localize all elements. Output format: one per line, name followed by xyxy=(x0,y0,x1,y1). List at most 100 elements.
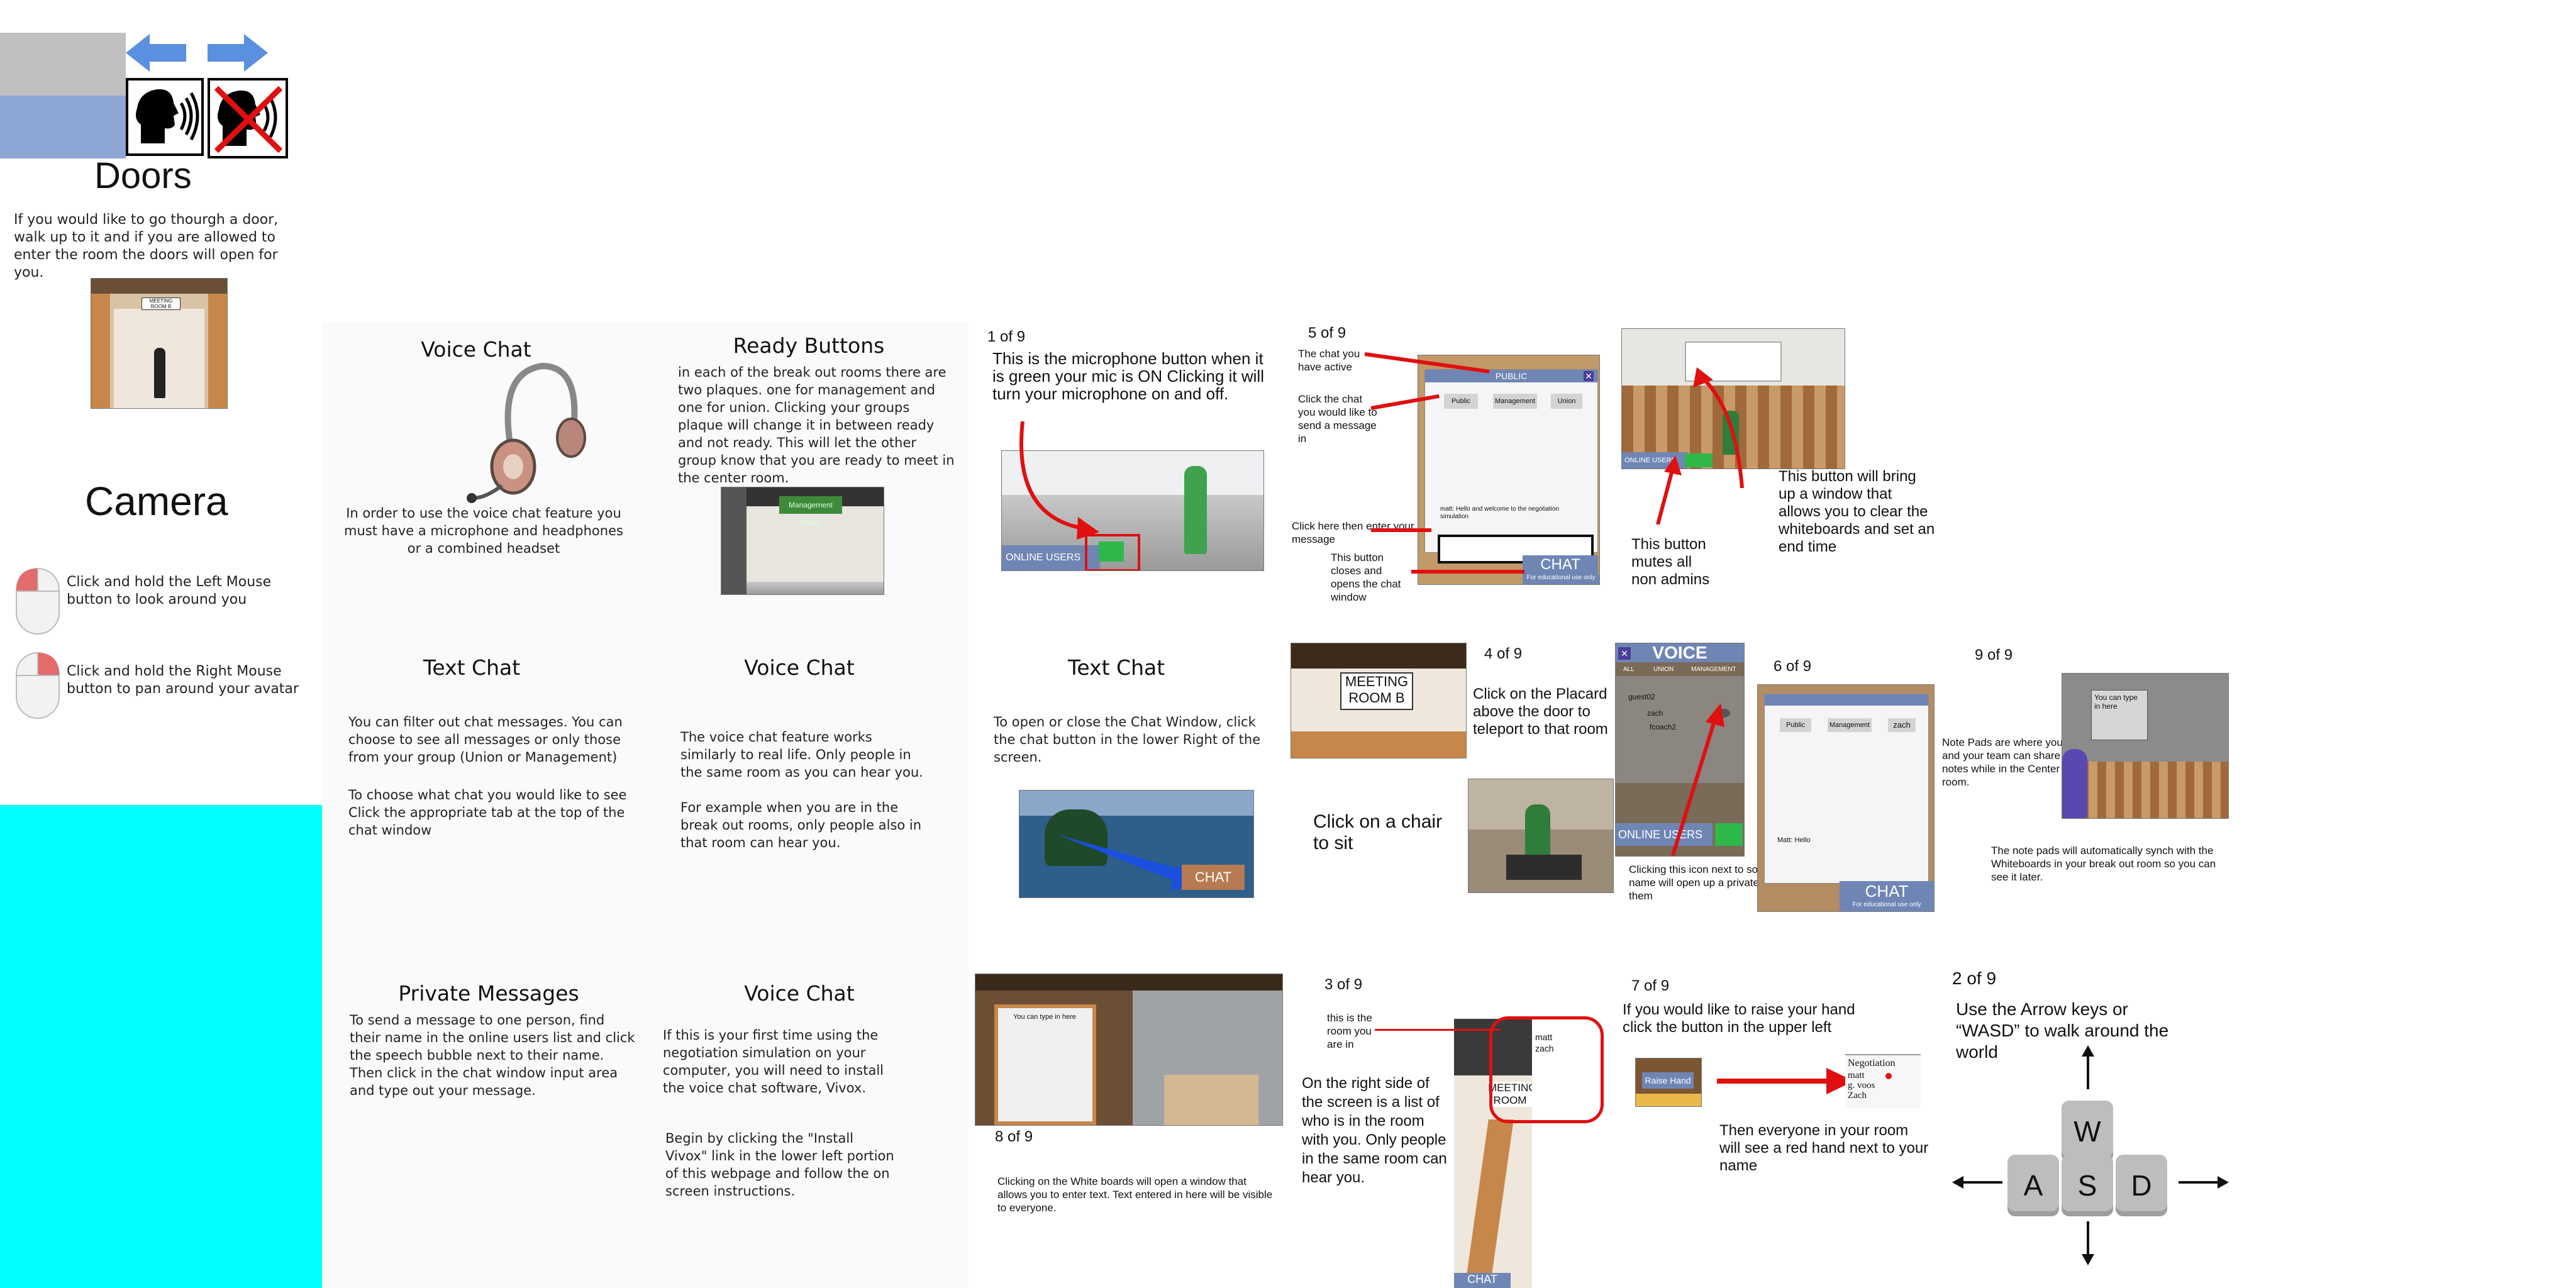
panel-text: To open or close the Chat Window, click … xyxy=(994,714,1261,765)
close-icon[interactable]: ✕ xyxy=(1584,371,1594,381)
step-4-number: 4 of 9 xyxy=(1484,645,1523,662)
list-user-2: g. voos xyxy=(1848,1080,1875,1091)
step-4-placard-text: Click on the Placard above the door to t… xyxy=(1473,686,1608,738)
key-s: S xyxy=(2062,1155,2113,1216)
step-6-number: 6 of 9 xyxy=(1774,658,1812,675)
tab-all[interactable]: ALL xyxy=(1623,666,1648,673)
panel-text: in each of the break out rooms there are… xyxy=(678,365,955,486)
step-8-text: Clicking on the White boards will open a… xyxy=(997,1175,1273,1214)
tab-management[interactable]: Management xyxy=(1493,394,1537,409)
panel-title: Voice Chat xyxy=(421,337,531,362)
step-3-room-label: this is the room you are in xyxy=(1327,1012,1372,1050)
doors-text: If you would like to go thourgh a door, … xyxy=(14,212,279,280)
step-9-number: 9 of 9 xyxy=(1975,647,2013,663)
tab-public[interactable]: Public xyxy=(1444,394,1478,409)
key-w: W xyxy=(2062,1101,2113,1162)
step-1-arrow xyxy=(1019,421,1099,540)
list-user-1: matt xyxy=(1848,1070,1865,1080)
notepad[interactable]: You can type in here xyxy=(2091,690,2148,740)
step-7-number: 7 of 9 xyxy=(1631,977,1670,994)
left-mouse-text: Click and hold the Left Mouse button to … xyxy=(67,574,272,608)
panel-text-1: The voice chat feature works similarly t… xyxy=(680,730,923,780)
placard-sign[interactable]: MEETING ROOM B xyxy=(1340,672,1413,710)
doors-title: Doors xyxy=(94,155,192,196)
step-5-closes-note: This button closes and opens the chat wi… xyxy=(1331,552,1401,603)
chat-window-title: PUBLIC xyxy=(1425,370,1597,382)
mouse-left-icon xyxy=(16,568,60,635)
panel-ready-buttons: Ready Buttons in each of the break out r… xyxy=(645,322,969,643)
tab-union[interactable]: Union xyxy=(1551,394,1582,409)
right-mouse-text: Click and hold the Right Mouse button to… xyxy=(67,663,299,697)
panel-title: Voice Chat xyxy=(744,981,855,1006)
key-d: D xyxy=(2116,1155,2167,1216)
user-1: guest02 xyxy=(1628,692,1655,701)
panel-title: Private Messages xyxy=(398,981,579,1006)
step-9-note-1: Note Pads are where you and your team ca… xyxy=(1942,736,2063,788)
step-5-number: 5 of 9 xyxy=(1308,325,1346,341)
chat-button[interactable]: CHAT xyxy=(1840,881,1934,901)
raise-hand-screenshot: Raise Hand xyxy=(1635,1058,1702,1107)
avatar xyxy=(1184,466,1207,554)
list-title: Negotiation xyxy=(1848,1058,1896,1069)
placard-screenshot: MEETING ROOM B xyxy=(1291,643,1467,758)
arrow-left-icon[interactable] xyxy=(126,31,189,74)
tab-union[interactable]: UNION xyxy=(1653,666,1679,673)
step-7-text: If you would like to raise your hand cli… xyxy=(1623,1001,1855,1036)
tab-management[interactable]: MANAGEMENT xyxy=(1691,666,1741,673)
whiteboard[interactable] xyxy=(994,1004,1096,1125)
panel-text: To send a message to one person, find th… xyxy=(350,1013,635,1098)
panel-title: Voice Chat xyxy=(744,655,855,680)
private-chat-screenshot: Public Management zach Matt: Hello CHAT … xyxy=(1757,684,1935,912)
chat-button-screenshot: CHAT xyxy=(1019,790,1254,898)
panel-text-1: If this is your first time using the neg… xyxy=(663,1028,884,1096)
chat-button[interactable]: CHAT xyxy=(1454,1273,1511,1288)
step-3-number: 3 of 9 xyxy=(1324,976,1363,993)
whiteboard-screenshot: You can type in here xyxy=(975,974,1283,1126)
doors-sign: MEETING ROOM B xyxy=(142,297,180,310)
window-note: This button will bring up a window that … xyxy=(1779,468,1935,555)
room-user-1: matt xyxy=(1535,1032,1553,1042)
voice-title: VOICE xyxy=(1616,643,1744,662)
panel-title: Text Chat xyxy=(1067,655,1165,680)
room-user-2: zach xyxy=(1535,1043,1554,1053)
user-2: zach xyxy=(1647,709,1663,718)
step-5-arrow-4 xyxy=(1411,570,1524,574)
voice-off-icon[interactable] xyxy=(208,78,288,158)
tab-private[interactable]: zach xyxy=(1888,718,1916,732)
raise-hand-button[interactable]: Raise Hand xyxy=(1642,1072,1694,1089)
panel-text-chat-2: Text Chat To open or close the Chat Wind… xyxy=(969,643,1292,963)
red-hand-icon xyxy=(1885,1073,1892,1079)
key-a: A xyxy=(2007,1155,2059,1216)
panel-text-2: To choose what chat you would like to se… xyxy=(348,787,627,838)
step-1-number: 1 of 9 xyxy=(987,328,1026,345)
user-list-circle: matt zach xyxy=(1489,1016,1604,1123)
whiteboard-text: You can type in here xyxy=(1013,1013,1076,1021)
voice-on-icon[interactable] xyxy=(126,78,204,156)
doors-screenshot: MEETING ROOM B xyxy=(91,278,228,409)
chat-button[interactable]: CHAT xyxy=(1182,865,1245,890)
notepad-screenshot: You can type in here xyxy=(2062,673,2229,819)
camera-title: Camera xyxy=(85,479,228,524)
panel-private-messages: Private Messages To send a message to on… xyxy=(322,963,645,1288)
step-9-note-2: The note pads will automatically synch w… xyxy=(1991,845,2216,883)
arrow-right-icon[interactable] xyxy=(205,31,268,74)
mutes-note: This button mutes all non admins xyxy=(1631,536,1710,588)
list-user-3: Zach xyxy=(1848,1091,1867,1101)
step-5-active-note: The chat you have active xyxy=(1298,348,1360,373)
step-4-chair-text: Click on a chair to sit xyxy=(1313,811,1443,853)
tab-public[interactable]: Public xyxy=(1780,718,1811,732)
panel-text: In order to use the voice chat feature y… xyxy=(344,506,623,556)
chat-button[interactable]: CHAT xyxy=(1523,555,1598,574)
plaque-screenshot: Management Ready xyxy=(721,487,884,595)
chat-window-screenshot: PUBLIC ✕ Public Management Union matt: H… xyxy=(1418,355,1600,585)
close-icon[interactable]: ✕ xyxy=(1618,647,1631,660)
plaque-button[interactable]: Management Ready xyxy=(779,496,842,527)
avatar xyxy=(154,348,165,398)
tab-management[interactable]: Management xyxy=(1828,718,1872,732)
step-1-text: This is the microphone button when it is… xyxy=(992,349,1264,403)
step-5-click-chat-note: Click the chat you would like to send a … xyxy=(1298,393,1377,445)
panel-title: Text Chat xyxy=(423,655,521,680)
step-5-click-here-note: Click here then enter your message xyxy=(1292,520,1414,545)
hand-list: Negotiation matt g. voos Zach xyxy=(1845,1054,1921,1108)
cyan-block xyxy=(0,805,322,1288)
